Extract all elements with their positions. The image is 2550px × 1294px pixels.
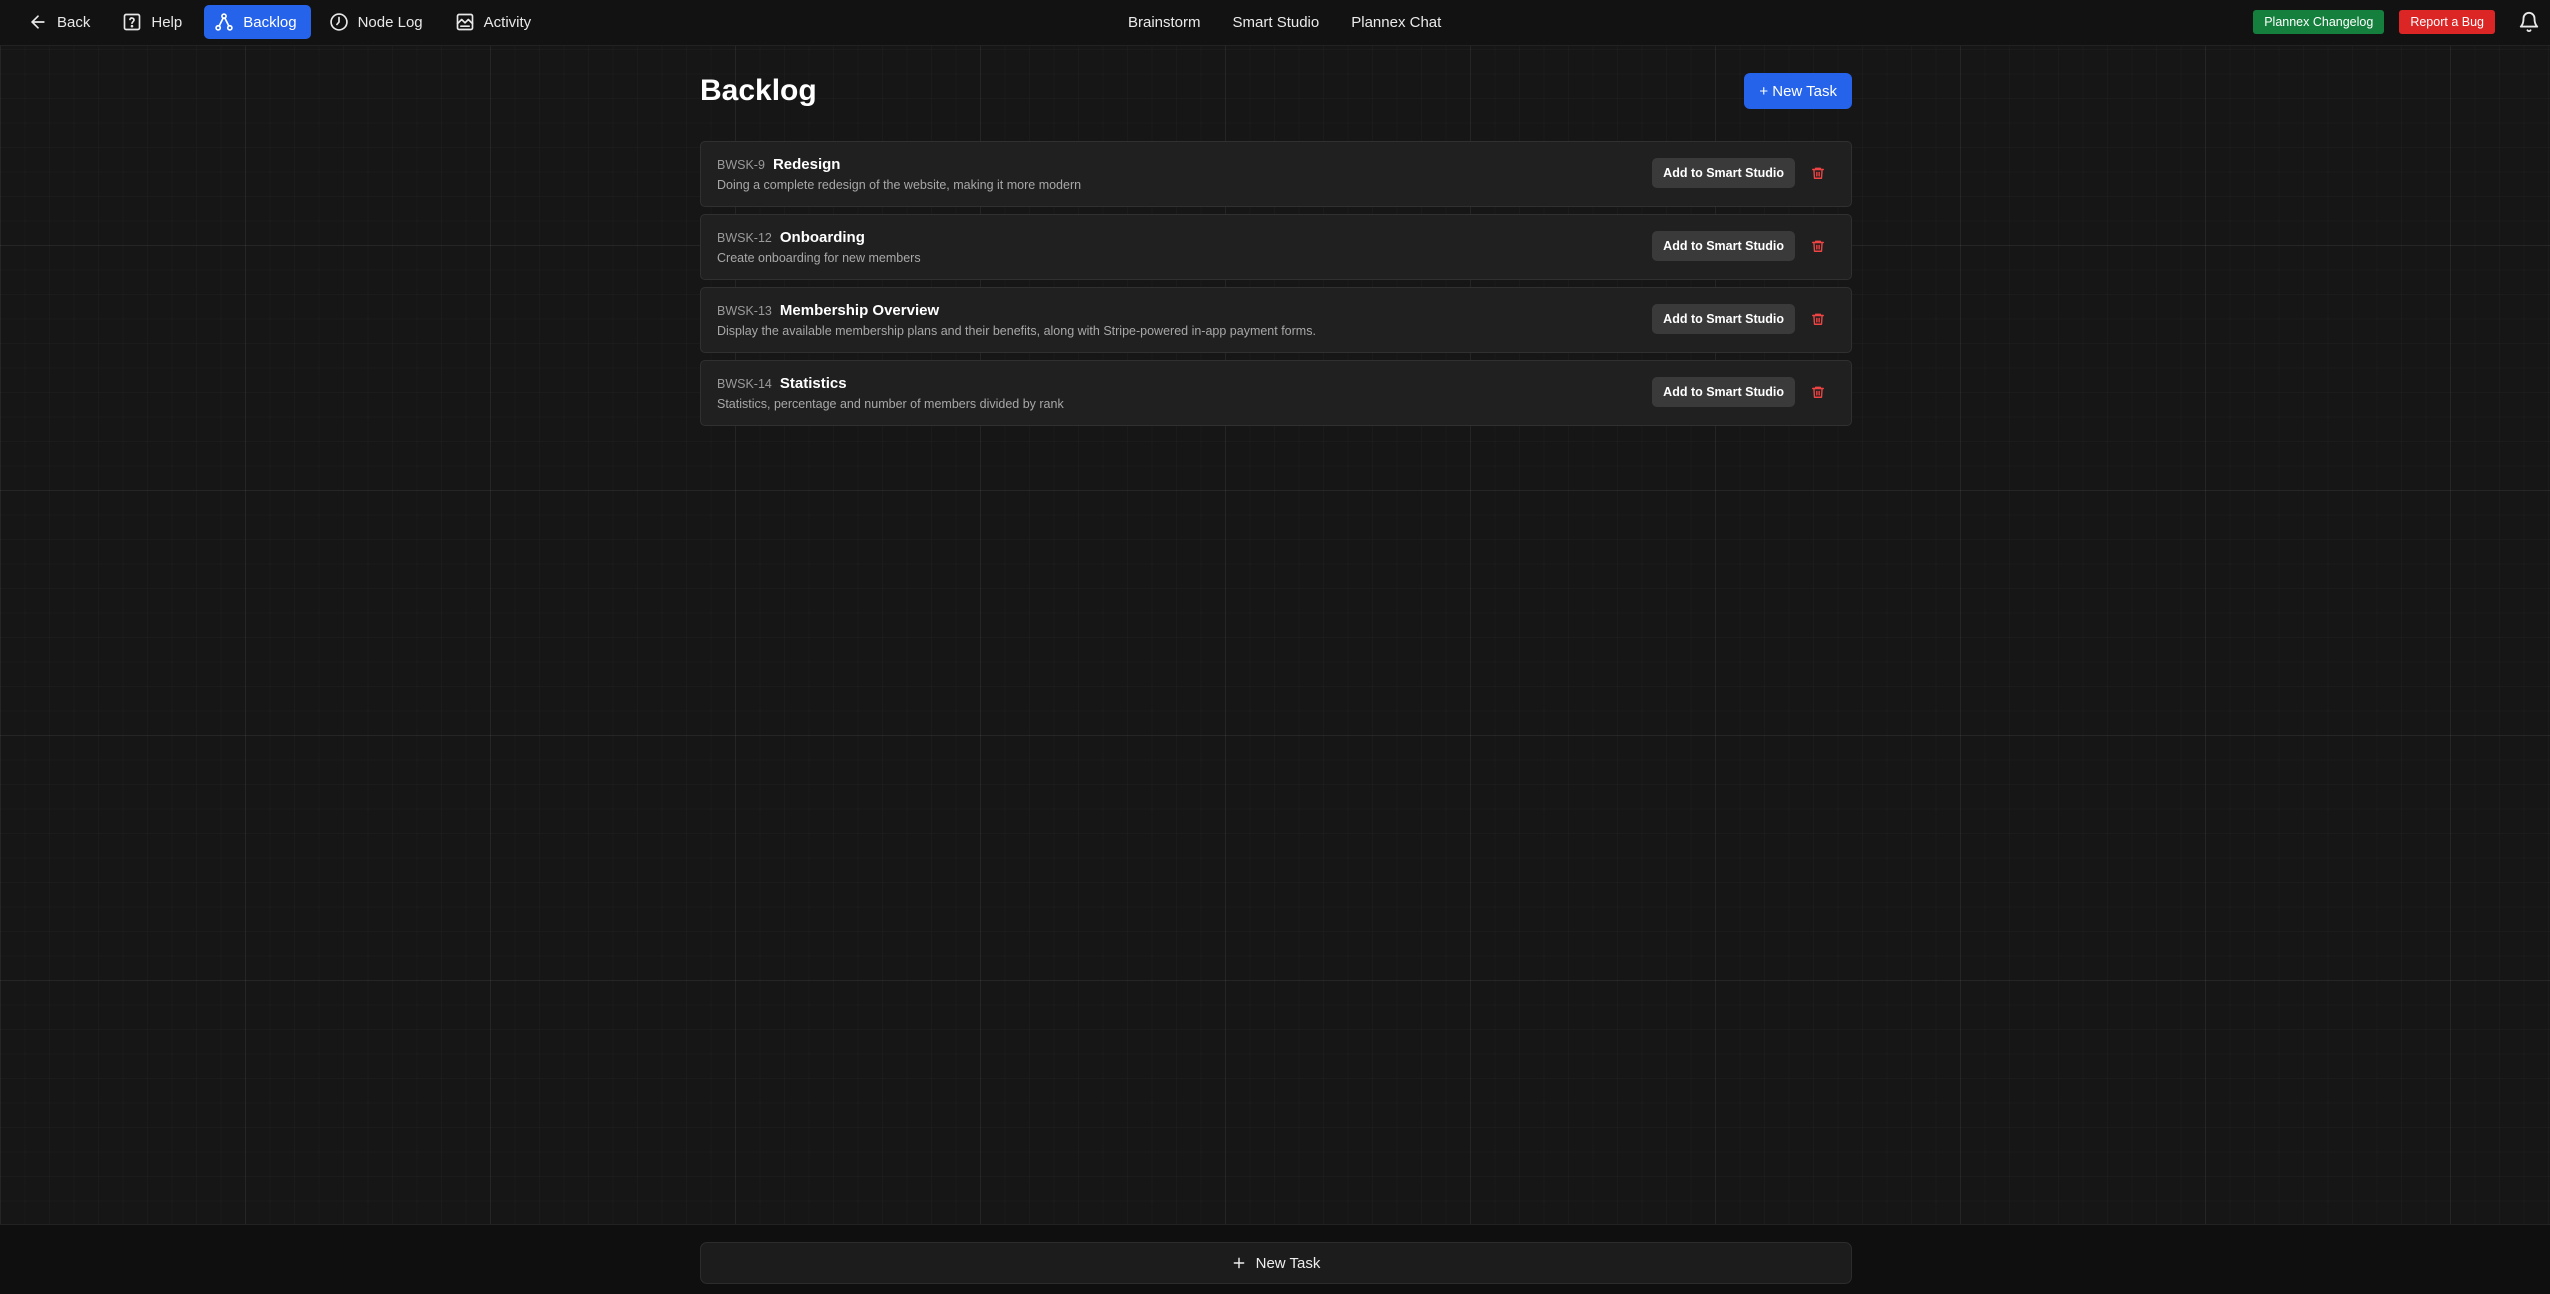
task-id: BWSK-12 xyxy=(717,231,772,245)
task-card[interactable]: BWSK-9 Redesign Doing a complete redesig… xyxy=(700,141,1852,207)
nav-right-group: Plannex Changelog Report a Bug xyxy=(2253,10,2540,34)
page-title: Backlog xyxy=(700,74,817,107)
help-button[interactable]: Help xyxy=(112,5,196,39)
backlog-label: Backlog xyxy=(243,13,297,31)
task-card[interactable]: BWSK-12 Onboarding Create onboarding for… xyxy=(700,214,1852,280)
task-title: Statistics xyxy=(779,375,847,392)
trash-icon[interactable] xyxy=(1811,239,1825,253)
help-icon xyxy=(124,13,141,31)
add-to-smart-studio-button[interactable]: Add to Smart Studio xyxy=(1652,231,1795,261)
add-to-smart-studio-button[interactable]: Add to Smart Studio xyxy=(1652,158,1795,188)
task-title: Onboarding xyxy=(779,229,865,246)
task-id: BWSK-9 xyxy=(717,158,765,172)
activity-label: Activity xyxy=(483,13,532,31)
top-navigation-bar: Back Help Backlog Node Log Activity Brai… xyxy=(0,0,2550,46)
bottom-new-task-label: New Task xyxy=(1255,1254,1321,1272)
task-header: BWSK-13 Membership Overview xyxy=(717,302,939,319)
task-id: BWSK-14 xyxy=(717,377,772,391)
task-title: Membership Overview xyxy=(779,302,940,319)
task-description: Statistics, percentage and number of mem… xyxy=(717,397,1064,411)
trash-icon[interactable] xyxy=(1811,385,1825,399)
new-task-button[interactable]: + New Task xyxy=(1744,73,1852,109)
bottom-bar: New Task xyxy=(0,1224,2550,1294)
bottom-new-task-button[interactable]: New Task xyxy=(700,1242,1852,1284)
back-button[interactable]: Back xyxy=(18,5,104,39)
activity-icon xyxy=(456,13,473,31)
trash-icon[interactable] xyxy=(1811,166,1825,180)
report-bug-button[interactable]: Report a Bug xyxy=(2399,10,2495,34)
task-id: BWSK-13 xyxy=(717,304,772,318)
task-header: BWSK-9 Redesign xyxy=(717,156,840,173)
node-log-label: Node Log xyxy=(357,13,423,31)
task-header: BWSK-12 Onboarding xyxy=(717,229,865,246)
nav-left-group: Back Help Backlog Node Log Activity xyxy=(18,5,545,39)
help-label: Help xyxy=(151,13,183,31)
task-description: Doing a complete redesign of the website… xyxy=(717,178,1082,192)
changelog-button[interactable]: Plannex Changelog xyxy=(2253,10,2385,34)
task-card[interactable]: BWSK-14 Statistics Statistics, percentag… xyxy=(700,360,1852,426)
brainstorm-link[interactable]: Brainstorm xyxy=(1128,14,1201,31)
task-title: Redesign xyxy=(772,156,841,173)
task-list: BWSK-9 Redesign Doing a complete redesig… xyxy=(700,141,1852,433)
back-label: Back xyxy=(57,13,91,31)
backlog-tab[interactable]: Backlog xyxy=(204,5,311,39)
backlog-icon xyxy=(215,13,233,31)
nav-center-group: Brainstorm Smart Studio Plannex Chat xyxy=(1128,0,1441,44)
task-card[interactable]: BWSK-13 Membership Overview Display the … xyxy=(700,287,1852,353)
arrow-left-icon xyxy=(31,15,45,29)
smart-studio-link[interactable]: Smart Studio xyxy=(1233,14,1320,31)
plannex-chat-link[interactable]: Plannex Chat xyxy=(1351,14,1441,31)
task-header: BWSK-14 Statistics xyxy=(717,375,847,392)
trash-icon[interactable] xyxy=(1811,312,1825,326)
task-description: Create onboarding for new members xyxy=(717,251,921,265)
plus-icon xyxy=(1233,1257,1244,1269)
add-to-smart-studio-button[interactable]: Add to Smart Studio xyxy=(1652,304,1795,334)
clock-icon xyxy=(329,13,348,31)
activity-button[interactable]: Activity xyxy=(445,5,546,39)
node-log-button[interactable]: Node Log xyxy=(319,5,437,39)
add-to-smart-studio-button[interactable]: Add to Smart Studio xyxy=(1652,377,1795,407)
task-description: Display the available membership plans a… xyxy=(717,324,1316,338)
bell-icon[interactable] xyxy=(2518,11,2540,33)
